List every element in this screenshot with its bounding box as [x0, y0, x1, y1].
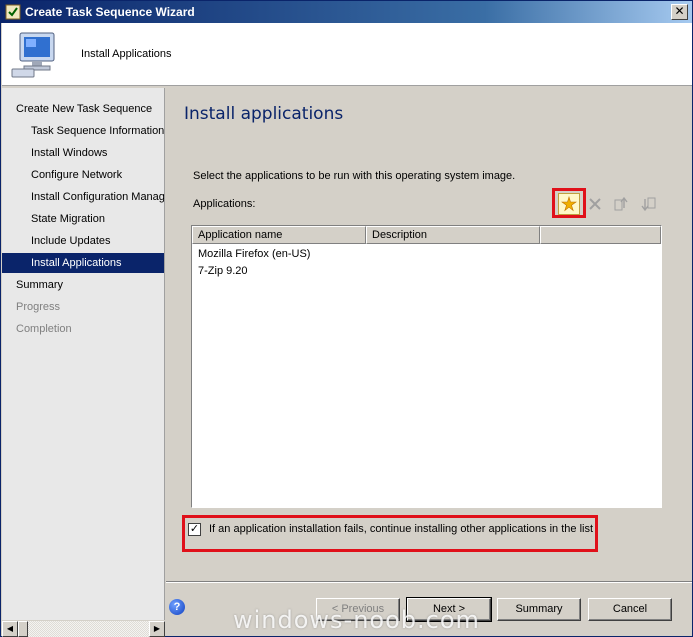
move-up-icon: [614, 196, 628, 211]
checkbox-highlight-box: [182, 515, 598, 552]
scroll-thumb[interactable]: [18, 621, 28, 637]
applications-list[interactable]: Application name Description Mozilla Fir…: [191, 225, 662, 508]
wizard-steps-nav: Create New Task Sequence Task Sequence I…: [2, 88, 165, 620]
column-header-description[interactable]: Description: [366, 226, 540, 244]
nav-step-progress: Progress: [16, 301, 61, 313]
close-icon: ✕: [674, 4, 685, 18]
main-panel: Install applications Select the applicat…: [166, 88, 692, 588]
column-header-spacer: [540, 226, 661, 244]
close-button[interactable]: ✕: [671, 4, 688, 20]
new-button-highlight-box: [552, 188, 586, 218]
footer-separator: [166, 581, 692, 583]
nav-step-install-configuration-manager[interactable]: Install Configuration Manag: [2, 187, 164, 207]
wizard-app-icon: [5, 4, 21, 20]
nav-step-summary[interactable]: Summary: [2, 275, 164, 295]
nav-step-task-sequence-information[interactable]: Task Sequence Information: [2, 121, 164, 141]
delete-x-icon: [589, 198, 601, 210]
watermark-text: windows-noob.com: [233, 606, 480, 634]
move-up-button[interactable]: [610, 193, 632, 215]
applications-label: Applications:: [193, 198, 256, 210]
instructions-text: Select the applications to be run with t…: [193, 170, 516, 182]
delete-application-button[interactable]: [584, 193, 606, 215]
computer-monitor-icon: [11, 32, 55, 78]
move-down-button[interactable]: [638, 193, 660, 215]
cancel-button[interactable]: Cancel: [588, 598, 672, 621]
table-row[interactable]: Mozilla Firefox (en-US): [198, 246, 310, 263]
table-row[interactable]: 7-Zip 9.20: [198, 263, 248, 280]
column-header-application-name[interactable]: Application name: [192, 226, 366, 244]
applications-list-header: Application name Description: [192, 226, 661, 244]
nav-step-configure-network[interactable]: Configure Network: [2, 165, 164, 185]
nav-step-install-windows[interactable]: Install Windows: [2, 143, 164, 163]
wizard-window: Create Task Sequence Wizard ✕ Install Ap…: [0, 0, 693, 637]
nav-step-state-migration[interactable]: State Migration: [2, 209, 164, 229]
move-down-icon: [641, 197, 656, 212]
scroll-track[interactable]: [28, 621, 149, 637]
header-title: Install Applications: [81, 48, 172, 60]
title-bar[interactable]: Create Task Sequence Wizard ✕: [1, 1, 692, 23]
help-icon[interactable]: ?: [169, 599, 185, 615]
scroll-left-arrow-icon[interactable]: ◀: [2, 621, 18, 637]
scroll-right-arrow-icon[interactable]: ▶: [149, 621, 165, 637]
window-title: Create Task Sequence Wizard: [25, 5, 195, 19]
summary-button[interactable]: Summary: [497, 598, 581, 621]
page-title: Install applications: [184, 104, 344, 124]
nav-horizontal-scrollbar[interactable]: ◀ ▶: [2, 620, 165, 637]
wizard-header: Install Applications: [2, 23, 692, 86]
nav-step-completion: Completion: [16, 323, 72, 335]
nav-step-create-new-task-sequence[interactable]: Create New Task Sequence: [2, 99, 164, 119]
nav-step-include-updates[interactable]: Include Updates: [2, 231, 164, 251]
nav-step-install-applications[interactable]: Install Applications: [2, 253, 164, 273]
